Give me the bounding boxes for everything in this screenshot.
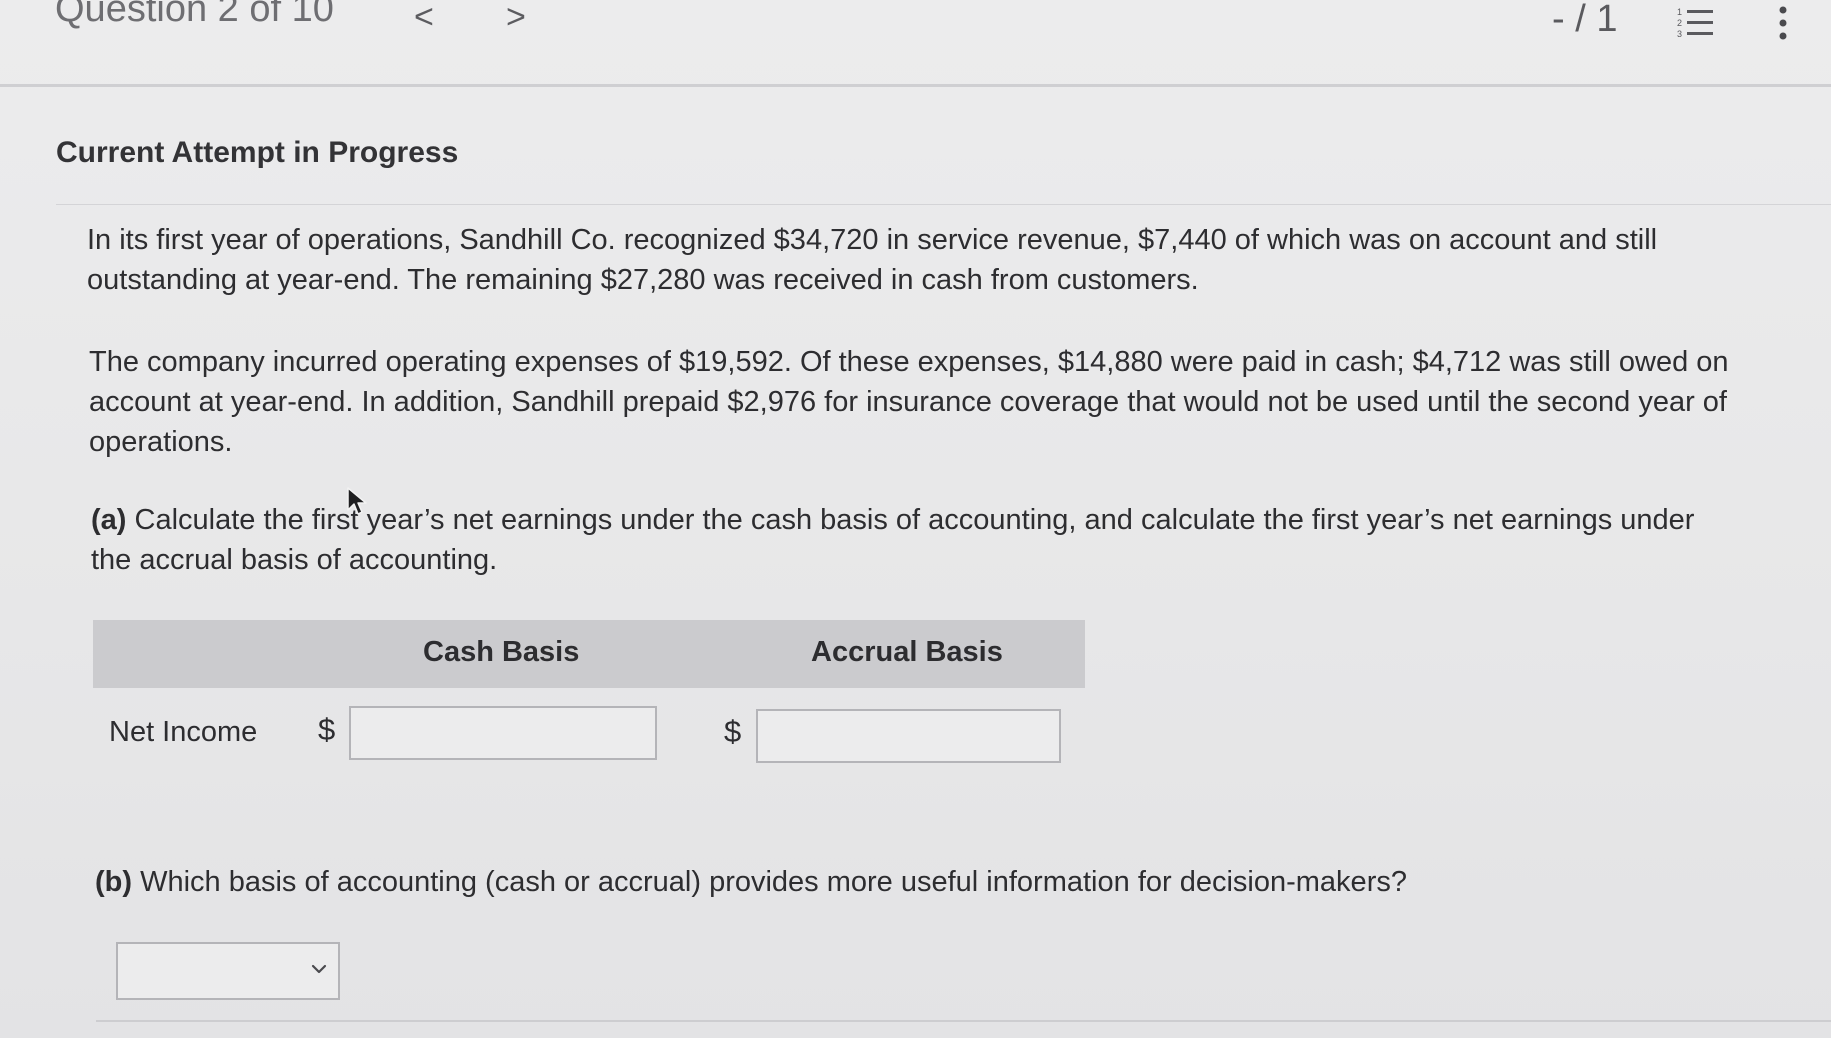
- part-a-text: Calculate the first year’s net earnings …: [91, 504, 1695, 576]
- svg-text:2: 2: [1677, 18, 1682, 28]
- question-counter: Question 2 of 10: [55, 0, 334, 30]
- mouse-pointer-icon: [346, 486, 368, 516]
- next-question-button[interactable]: >: [506, 0, 526, 34]
- part-a-prompt: (a) Calculate the first year’s net earni…: [91, 500, 1741, 580]
- section-divider: [56, 204, 1831, 205]
- currency-symbol-cash: $: [318, 712, 336, 747]
- part-b-prompt: (b) Which basis of accounting (cash or a…: [95, 862, 1695, 902]
- cash-basis-net-income-input[interactable]: [349, 706, 657, 760]
- part-b-label: (b): [95, 866, 133, 898]
- svg-text:3: 3: [1677, 29, 1682, 39]
- part-b-text: Which basis of accounting (cash or accru…: [140, 866, 1407, 898]
- top-bar: Question 2 of 10 < > - / 1 1 2 3: [0, 0, 1831, 87]
- more-vertical-icon[interactable]: [1775, 6, 1791, 40]
- svg-text:1: 1: [1677, 7, 1682, 17]
- chevron-down-icon: [308, 958, 330, 980]
- column-header-cash-basis: Cash Basis: [423, 636, 580, 668]
- table-header: Cash Basis Accrual Basis: [93, 620, 1085, 688]
- numbered-list-icon[interactable]: 1 2 3: [1677, 6, 1717, 40]
- problem-paragraph-1: In its first year of operations, Sandhil…: [87, 224, 1658, 296]
- row-label-net-income: Net Income: [109, 716, 258, 748]
- basis-dropdown[interactable]: [116, 942, 340, 1000]
- currency-symbol-accrual: $: [724, 714, 742, 749]
- question-page: Question 2 of 10 < > - / 1 1 2 3 Current…: [0, 0, 1831, 1038]
- problem-paragraph-2: The company incurred operating expenses …: [89, 346, 1729, 458]
- bottom-divider: [96, 1020, 1831, 1022]
- previous-question-button[interactable]: <: [414, 0, 434, 34]
- score-display: - / 1: [1552, 0, 1618, 40]
- part-a-label: (a): [91, 504, 127, 536]
- attempt-status-title: Current Attempt in Progress: [56, 136, 459, 169]
- accrual-basis-net-income-input[interactable]: [756, 709, 1061, 763]
- column-header-accrual-basis: Accrual Basis: [811, 636, 1003, 668]
